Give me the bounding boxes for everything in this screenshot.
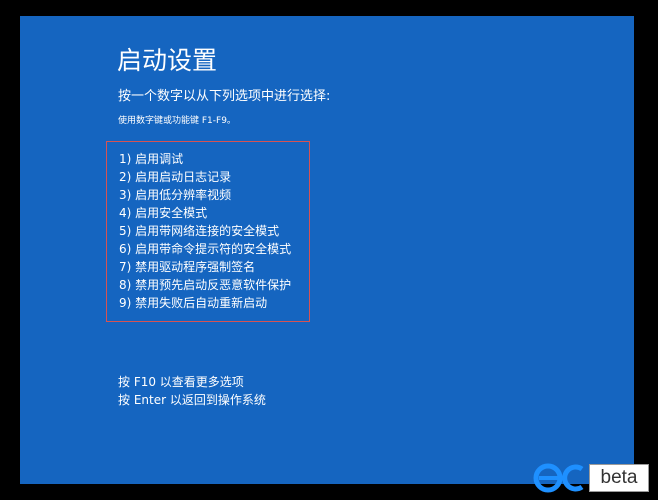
return-to-os-hint[interactable]: 按 Enter 以返回到操作系统 (118, 391, 266, 409)
startup-options-list: 1) 启用调试 2) 启用启动日志记录 3) 启用低分辨率视频 4) 启用安全模… (119, 150, 291, 312)
pcbeta-logo-icon (533, 463, 584, 493)
option-enable-debugging[interactable]: 1) 启用调试 (119, 150, 291, 168)
pcbeta-watermark: beta (533, 462, 651, 494)
option-enable-safe-mode[interactable]: 4) 启用安全模式 (119, 204, 291, 222)
option-disable-auto-restart-on-failure[interactable]: 9) 禁用失败后自动重新启动 (119, 294, 291, 312)
option-enable-safe-mode-command-prompt[interactable]: 6) 启用带命令提示符的安全模式 (119, 240, 291, 258)
option-disable-driver-signature-enforcement[interactable]: 7) 禁用驱动程序强制签名 (119, 258, 291, 276)
startup-settings-screen: 启动设置 按一个数字以从下列选项中进行选择: 使用数字键或功能键 F1-F9。 … (20, 16, 634, 484)
option-disable-early-launch-antimalware[interactable]: 8) 禁用预先启动反恶意软件保护 (119, 276, 291, 294)
watermark-badge: beta (589, 464, 649, 492)
key-hint-text: 使用数字键或功能键 F1-F9。 (118, 116, 236, 126)
instruction-text: 按一个数字以从下列选项中进行选择: (118, 89, 331, 104)
page-title: 启动设置 (117, 46, 218, 75)
option-enable-boot-logging[interactable]: 2) 启用启动日志记录 (119, 168, 291, 186)
option-enable-low-resolution-video[interactable]: 3) 启用低分辨率视频 (119, 186, 291, 204)
option-enable-safe-mode-networking[interactable]: 5) 启用带网络连接的安全模式 (119, 222, 291, 240)
footer-actions: 按 F10 以查看更多选项 按 Enter 以返回到操作系统 (118, 373, 266, 409)
more-options-hint[interactable]: 按 F10 以查看更多选项 (118, 373, 266, 391)
